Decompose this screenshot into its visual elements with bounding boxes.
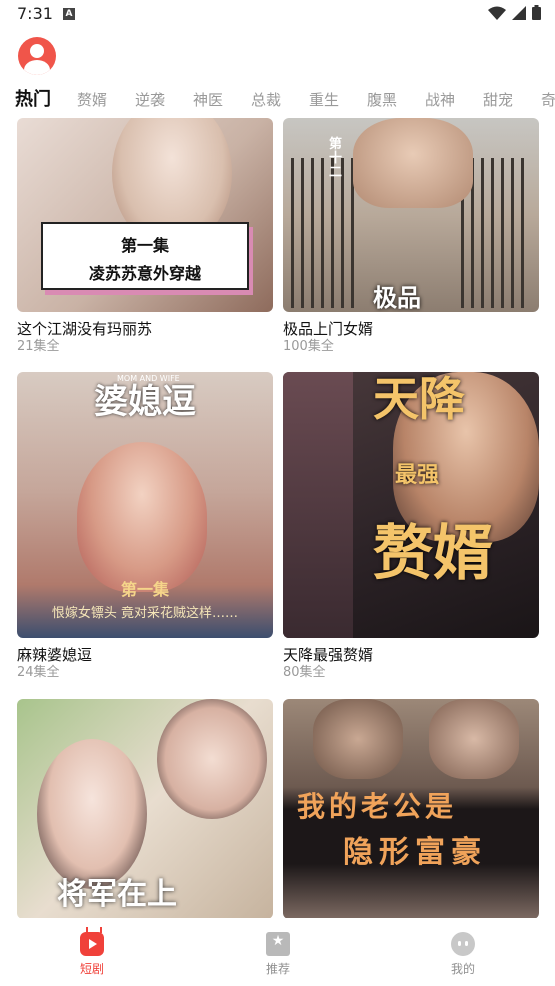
- nav-label: 推荐: [265, 962, 290, 976]
- tab-chongsheng[interactable]: 重生: [309, 84, 339, 116]
- drama-title[interactable]: 这个江湖没有玛丽苏: [17, 320, 273, 338]
- drama-title[interactable]: 天降最强赘婿: [283, 646, 539, 664]
- drama-title[interactable]: 麻辣婆媳逗: [17, 646, 273, 664]
- status-icons: [488, 5, 541, 20]
- status-bar: 7:31 A: [0, 0, 555, 28]
- drama-poster[interactable]: 第一集 凌苏苏意外穿越: [17, 118, 273, 312]
- drama-poster[interactable]: 天降 最强 赘婿: [283, 372, 539, 638]
- drama-card[interactable]: 天降 最强 赘婿 天降最强赘婿 80集全: [283, 372, 539, 682]
- drama-title[interactable]: 极品上门女婿: [283, 320, 539, 338]
- nav-label: 我的: [450, 962, 475, 976]
- drama-poster[interactable]: 第十二 极品: [283, 118, 539, 312]
- battery-icon: [532, 5, 541, 20]
- drama-poster[interactable]: 我的老公是 隐形富豪: [283, 699, 539, 918]
- nav-recommend[interactable]: 推荐: [248, 932, 308, 977]
- status-time: 7:31: [17, 4, 53, 23]
- tab-hot[interactable]: 热门: [15, 84, 51, 116]
- nav-shortdrama[interactable]: 短剧: [62, 932, 122, 977]
- nav-label: 短剧: [79, 962, 104, 976]
- drama-card[interactable]: 第十二 极品 极品上门女婿 100集全: [283, 118, 539, 356]
- tab-zongcai[interactable]: 总裁: [251, 84, 281, 116]
- tab-zhuixu[interactable]: 赘婿: [77, 84, 107, 116]
- episode-count: 100集全: [283, 339, 334, 354]
- face-icon: [451, 932, 475, 956]
- drama-poster[interactable]: 婆媳逗 MOM AND WIFE 第一集 恨嫁女镖头 竟对采花贼这样……: [17, 372, 273, 638]
- star-icon: [266, 932, 290, 956]
- tab-nixi[interactable]: 逆袭: [135, 84, 165, 116]
- bottom-nav: 短剧 推荐 我的: [0, 918, 555, 986]
- notification-icon: A: [63, 8, 75, 20]
- nav-mine[interactable]: 我的: [433, 932, 493, 977]
- drama-card[interactable]: 第一集 凌苏苏意外穿越 这个江湖没有玛丽苏 21集全: [17, 118, 273, 356]
- wifi-icon: [488, 6, 506, 20]
- drama-card[interactable]: 将军在上: [17, 699, 273, 918]
- category-tabs: 热门 赘婿 逆袭 神医 总裁 重生 腹黑 战神 甜宠 奇: [0, 84, 555, 116]
- drama-poster[interactable]: 将军在上: [17, 699, 273, 918]
- user-icon: [30, 44, 44, 58]
- episode-count: 21集全: [17, 339, 60, 354]
- episode-count: 80集全: [283, 665, 326, 680]
- play-icon: [80, 932, 104, 956]
- signal-icon: [512, 5, 526, 20]
- tab-zhanshen[interactable]: 战神: [425, 84, 455, 116]
- drama-card[interactable]: 婆媳逗 MOM AND WIFE 第一集 恨嫁女镖头 竟对采花贼这样…… 麻辣婆…: [17, 372, 273, 682]
- drama-grid: 第一集 凌苏苏意外穿越 这个江湖没有玛丽苏 21集全 第十二 极品 极品上门女婿…: [0, 118, 555, 918]
- tab-tianchong[interactable]: 甜宠: [483, 84, 513, 116]
- episode-count: 24集全: [17, 665, 60, 680]
- drama-card[interactable]: 我的老公是 隐形富豪: [283, 699, 539, 918]
- avatar[interactable]: [18, 37, 56, 75]
- tab-shenyi[interactable]: 神医: [193, 84, 223, 116]
- tab-fuhei[interactable]: 腹黑: [367, 84, 397, 116]
- tab-more[interactable]: 奇: [541, 84, 555, 116]
- poster-banner: 第一集 凌苏苏意外穿越: [41, 222, 249, 290]
